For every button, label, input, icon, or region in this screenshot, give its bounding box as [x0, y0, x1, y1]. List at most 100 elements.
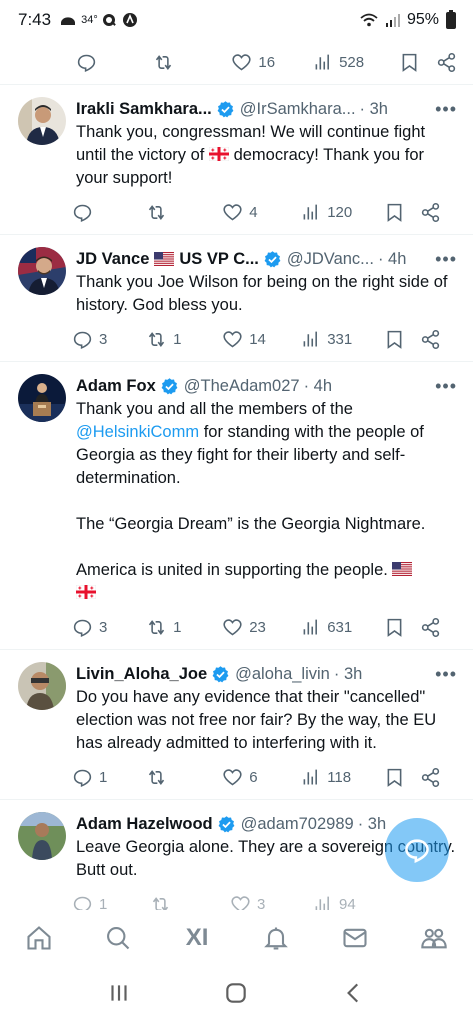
- like-count: 14: [249, 330, 266, 348]
- reply-button[interactable]: 3: [72, 329, 146, 350]
- share-button[interactable]: [420, 617, 441, 638]
- share-button[interactable]: [420, 202, 441, 223]
- georgia-flag-icon: [208, 147, 229, 161]
- heart-icon: [231, 895, 250, 910]
- bell-icon: [264, 927, 288, 950]
- weather-icon: [61, 17, 76, 25]
- like-button[interactable]: 23: [222, 617, 300, 638]
- like-button[interactable]: 4: [222, 202, 300, 223]
- home-system-button[interactable]: [223, 980, 249, 1011]
- retweet-button[interactable]: 1: [146, 329, 222, 350]
- like-button[interactable]: 16: [231, 52, 312, 73]
- system-nav-bar: [0, 966, 473, 1024]
- display-name[interactable]: Livin_Aloha_Joe: [76, 665, 207, 684]
- verified-badge-icon: [161, 377, 178, 394]
- bookmark-button[interactable]: [384, 617, 420, 638]
- bookmark-button[interactable]: [384, 767, 420, 788]
- more-options-icon[interactable]: •••: [429, 99, 457, 120]
- reply-button[interactable]: 3: [72, 617, 146, 638]
- user-handle[interactable]: @IrSamkhara...: [240, 100, 356, 119]
- nav-communities[interactable]: [414, 918, 454, 958]
- like-button[interactable]: 3: [230, 894, 312, 910]
- verified-badge-icon: [217, 100, 234, 117]
- reply-button[interactable]: [72, 202, 146, 223]
- notification-icon: [102, 14, 116, 26]
- battery-icon: [446, 10, 456, 29]
- more-options-icon[interactable]: •••: [429, 249, 457, 270]
- display-name[interactable]: JD Vance: [76, 250, 149, 269]
- nav-grok[interactable]: XI: [177, 918, 217, 958]
- timestamp[interactable]: · 3h: [360, 100, 388, 119]
- share-button[interactable]: [420, 767, 441, 788]
- retweet-button[interactable]: 1: [146, 617, 222, 638]
- timeline-feed[interactable]: 16 528 Irakli Samkhara... @IrSamkhara...…: [0, 40, 473, 910]
- reply-icon: [73, 331, 92, 349]
- user-handle[interactable]: @adam702989: [241, 815, 354, 834]
- nav-home[interactable]: [19, 918, 59, 958]
- user-handle[interactable]: @JDVanc...: [287, 250, 374, 269]
- timestamp[interactable]: · 4h: [378, 250, 406, 269]
- tweet[interactable]: Adam Fox @TheAdam027 · 4h ••• Thank you …: [0, 362, 473, 650]
- tweet-actions: 1 3 94: [72, 882, 457, 910]
- display-name-suffix[interactable]: US VP C...: [179, 250, 258, 269]
- more-options-icon[interactable]: •••: [429, 664, 457, 685]
- user-handle[interactable]: @aloha_livin: [235, 665, 330, 684]
- bookmark-button[interactable]: [399, 52, 436, 73]
- share-icon: [421, 767, 440, 787]
- like-button[interactable]: 14: [222, 329, 300, 350]
- share-icon: [421, 202, 440, 222]
- views-button[interactable]: 631: [300, 617, 384, 638]
- tweet[interactable]: JD Vance US VP C... @JDVanc... · 4h ••• …: [0, 235, 473, 362]
- retweet-button[interactable]: [146, 202, 222, 223]
- display-name[interactable]: Adam Hazelwood: [76, 815, 213, 834]
- bookmark-button[interactable]: [384, 202, 420, 223]
- nav-messages[interactable]: [335, 918, 375, 958]
- recents-button[interactable]: [106, 980, 132, 1011]
- retweet-button[interactable]: [146, 767, 222, 788]
- mention-link[interactable]: @HelsinkiComm: [76, 423, 199, 441]
- display-name[interactable]: Irakli Samkhara...: [76, 100, 212, 119]
- avatar[interactable]: [18, 662, 66, 710]
- views-button[interactable]: 118: [300, 767, 384, 788]
- avatar[interactable]: [18, 97, 66, 145]
- like-button[interactable]: 6: [222, 767, 300, 788]
- mail-icon: [343, 928, 367, 948]
- views-button[interactable]: 120: [300, 202, 384, 223]
- timestamp[interactable]: · 3h: [334, 665, 362, 684]
- reply-button[interactable]: 1: [72, 894, 150, 910]
- retweet-button[interactable]: [153, 52, 232, 73]
- views-button[interactable]: 331: [300, 329, 384, 350]
- reply-count: 3: [99, 330, 108, 348]
- avatar[interactable]: [18, 374, 66, 422]
- avatar[interactable]: [18, 247, 66, 295]
- back-button[interactable]: [341, 980, 367, 1011]
- nav-notifications[interactable]: [256, 918, 296, 958]
- avatar[interactable]: [18, 812, 66, 860]
- bookmark-button[interactable]: [384, 329, 420, 350]
- reply-button[interactable]: 1: [72, 767, 146, 788]
- display-name[interactable]: Adam Fox: [76, 377, 156, 396]
- retweet-icon: [149, 204, 165, 220]
- views-button[interactable]: 94: [312, 894, 400, 910]
- tweet[interactable]: Livin_Aloha_Joe @aloha_livin · 3h ••• Do…: [0, 650, 473, 800]
- reply-count: 1: [99, 768, 108, 786]
- retweet-button[interactable]: [150, 894, 230, 910]
- nav-search[interactable]: [98, 918, 138, 958]
- retweet-count: 1: [173, 330, 182, 348]
- reply-icon: [73, 896, 92, 910]
- views-button[interactable]: 528: [312, 52, 399, 73]
- verified-badge-icon: [218, 815, 235, 832]
- share-button[interactable]: [420, 329, 441, 350]
- battery-percent: 95%: [406, 11, 439, 28]
- user-handle[interactable]: @TheAdam027: [184, 377, 300, 396]
- tweet[interactable]: Irakli Samkhara... @IrSamkhara... · 3h •…: [0, 85, 473, 235]
- timestamp[interactable]: · 4h: [304, 377, 332, 396]
- share-button[interactable]: [436, 52, 457, 73]
- compose-button[interactable]: [385, 818, 449, 882]
- bookmark-icon: [387, 618, 402, 637]
- more-options-icon[interactable]: •••: [429, 376, 457, 397]
- timestamp[interactable]: · 3h: [358, 815, 386, 834]
- reply-button[interactable]: [76, 52, 153, 73]
- tweet-actions: 3 1 14 331: [72, 317, 457, 361]
- tweet-text: Thank you, congressman! We will continue…: [76, 123, 430, 187]
